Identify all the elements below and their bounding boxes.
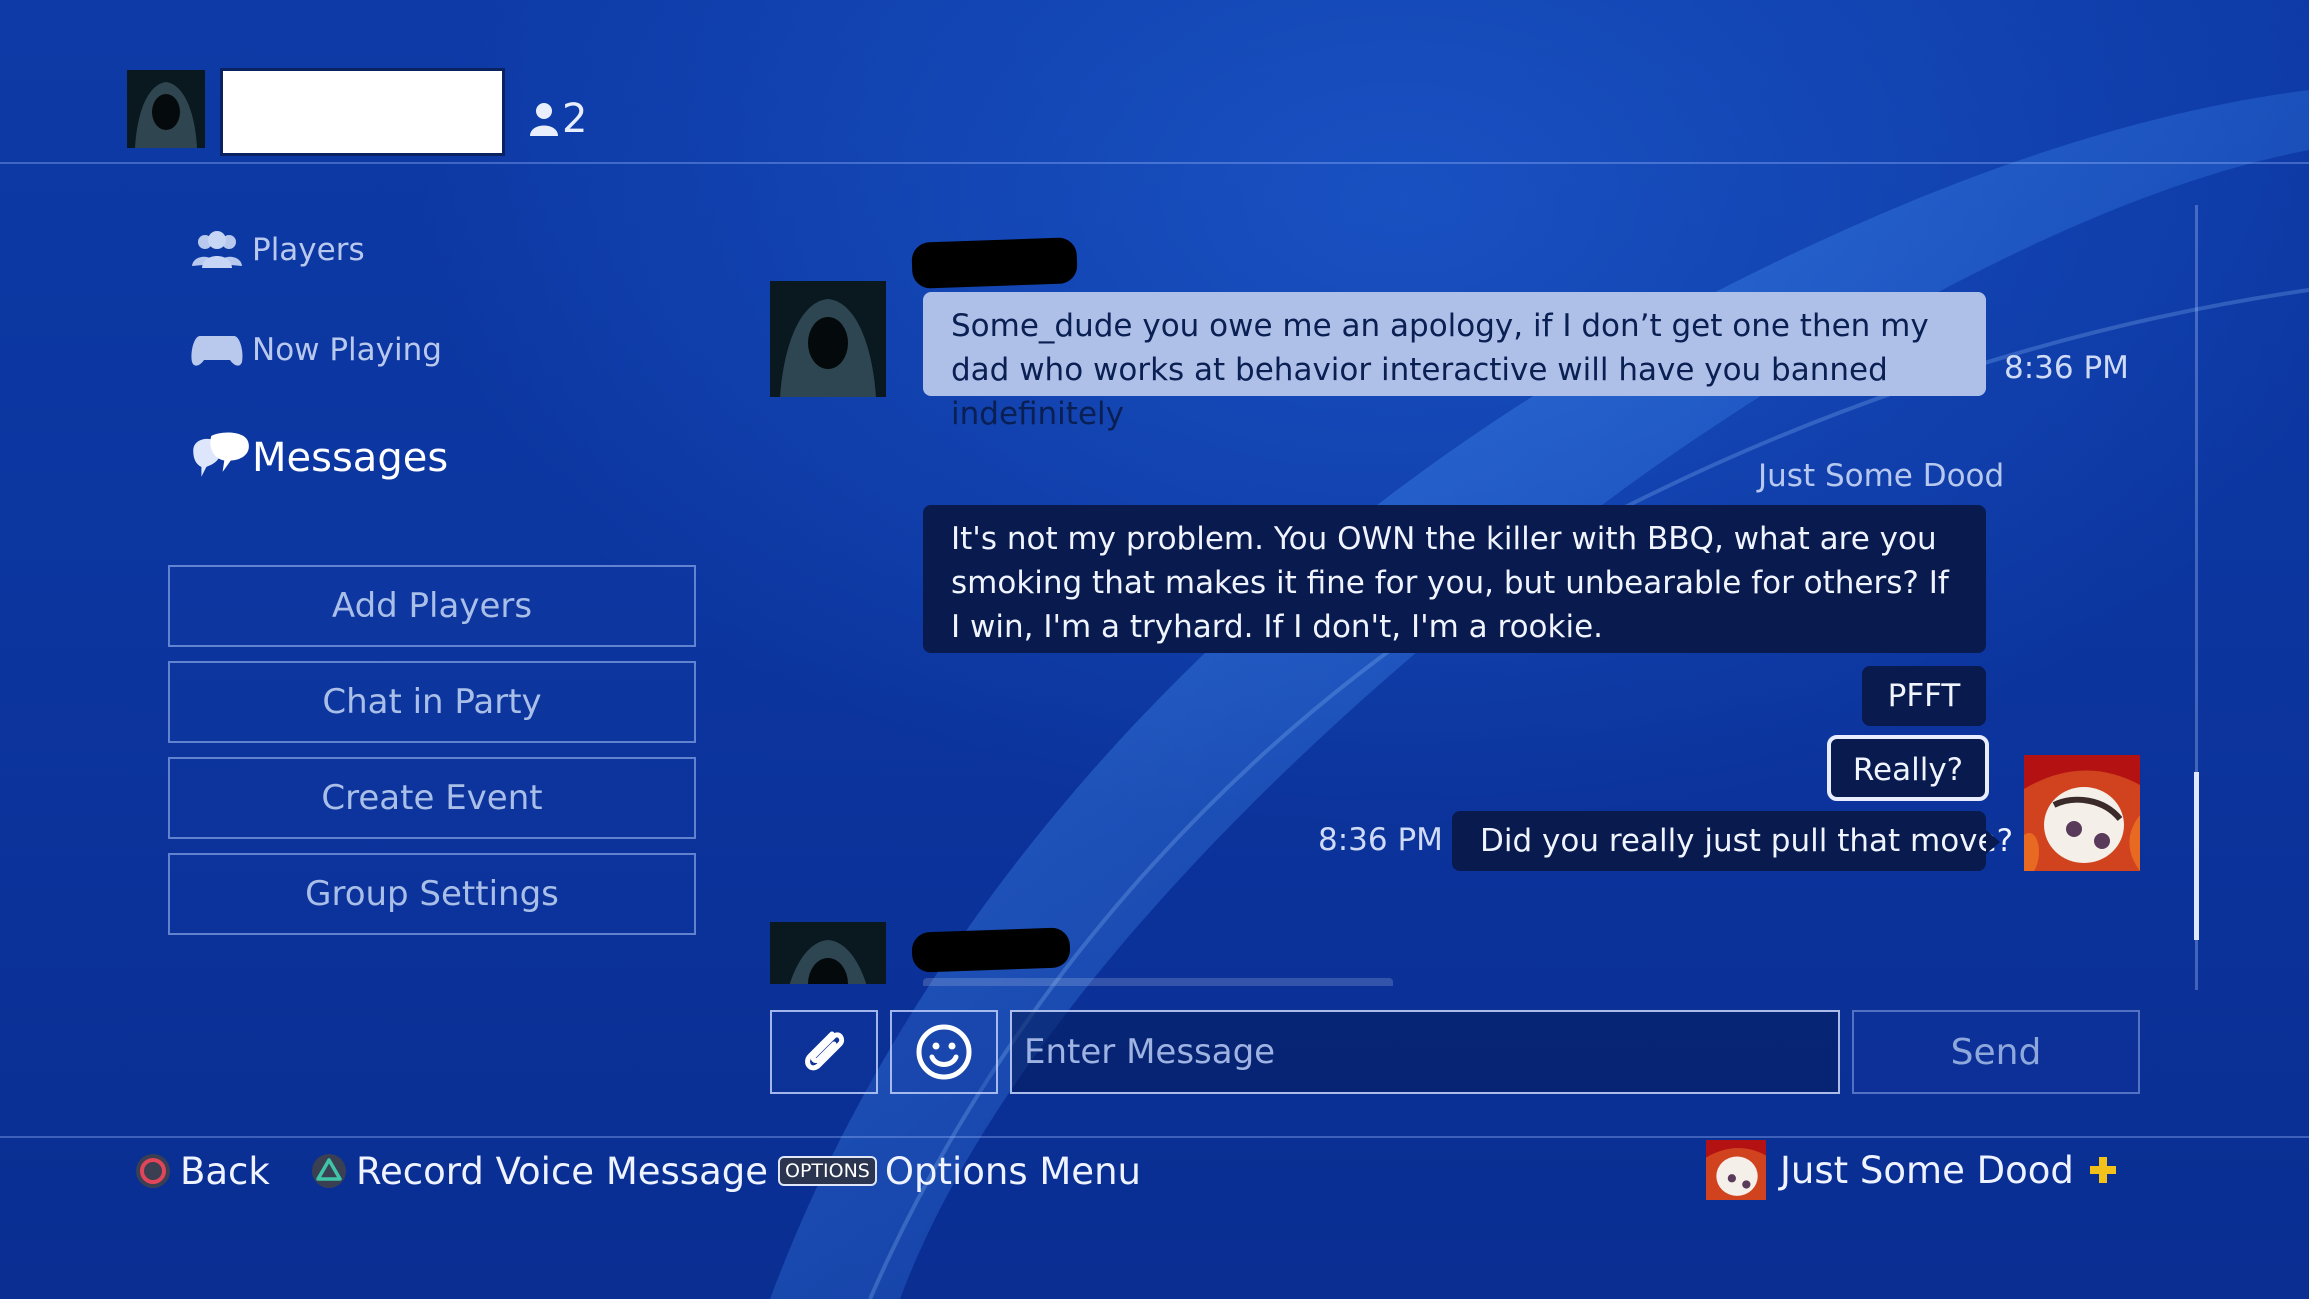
nav-item-label: Now Playing <box>252 332 442 368</box>
back-label: Back <box>180 1149 270 1193</box>
sender-name-redacted <box>911 237 1078 289</box>
smiley-icon <box>916 1024 972 1080</box>
group-avatar <box>127 70 205 148</box>
message-timestamp: 8:36 PM <box>1318 822 1443 858</box>
add-players-button[interactable]: Add Players <box>168 565 696 647</box>
sender-name: Just Some Dood <box>1758 458 2005 494</box>
nav-item-now-playing[interactable]: Now Playing <box>190 332 442 368</box>
circle-button-icon <box>134 1152 172 1190</box>
message-timestamp: 8:36 PM <box>2004 350 2129 386</box>
chat-in-party-button[interactable]: Chat in Party <box>168 661 696 743</box>
record-voice-label: Record Voice Message <box>356 1149 768 1193</box>
options-label: Options Menu <box>884 1149 1141 1193</box>
current-user-name: Just Some Dood <box>1780 1148 2074 1192</box>
my-avatar[interactable] <box>2024 755 2140 871</box>
member-count-value: 2 <box>562 96 588 142</box>
current-user: Just Some Dood <box>1706 1140 2118 1200</box>
group-name-redacted <box>220 68 505 156</box>
other-user-avatar[interactable] <box>770 922 886 984</box>
create-event-button[interactable]: Create Event <box>168 757 696 839</box>
member-count: 2 <box>530 96 587 142</box>
bubble-tail <box>1986 830 2000 854</box>
header-divider <box>0 162 2309 164</box>
emoji-button[interactable] <box>890 1010 998 1094</box>
other-user-avatar[interactable] <box>770 281 886 397</box>
messages-icon <box>190 425 252 491</box>
options-hint[interactable]: OPTIONS Options Menu <box>778 1145 1141 1197</box>
nav-item-players[interactable]: Players <box>190 230 365 270</box>
record-voice-hint[interactable]: Record Voice Message <box>310 1145 768 1197</box>
message-bubble-partial <box>923 978 1393 986</box>
nav-item-label: Players <box>252 232 365 268</box>
footer-divider <box>0 1136 2309 1138</box>
message-bubble-selected[interactable]: Really? <box>1827 735 1989 801</box>
nav-item-label: Messages <box>252 435 449 481</box>
paperclip-icon <box>805 1031 845 1071</box>
nav-item-messages[interactable]: Messages <box>190 425 448 491</box>
controller-icon <box>190 332 252 368</box>
options-button-icon: OPTIONS <box>778 1156 877 1186</box>
message-bubble-outgoing: PFFT <box>1862 666 1986 726</box>
message-bubble-outgoing: Did you really just pull that move? <box>1452 811 2013 871</box>
plus-badge-icon <box>2089 1157 2116 1183</box>
message-bubble-incoming: Some_dude you owe me an apology, if I do… <box>923 292 1986 432</box>
group-settings-button[interactable]: Group Settings <box>168 853 696 935</box>
header: 2 <box>0 0 2309 163</box>
scrollbar-thumb[interactable] <box>2194 772 2199 940</box>
triangle-button-icon <box>310 1152 348 1190</box>
message-input[interactable] <box>1010 1010 1840 1094</box>
back-hint[interactable]: Back <box>134 1145 270 1197</box>
message-bubble-outgoing: It's not my problem. You OWN the killer … <box>923 505 1986 653</box>
players-icon <box>190 230 252 270</box>
person-icon <box>530 103 558 136</box>
send-button[interactable]: Send <box>1852 1010 2140 1094</box>
sender-name-redacted <box>911 927 1071 973</box>
attach-button[interactable] <box>770 1010 878 1094</box>
current-user-avatar <box>1706 1140 1766 1200</box>
